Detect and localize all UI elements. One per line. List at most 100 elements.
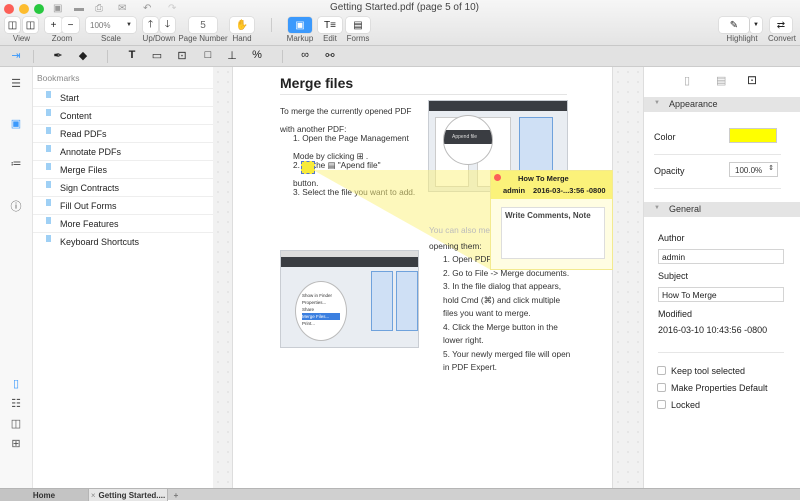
highlight-button[interactable]: ✎	[719, 17, 749, 33]
paragraph: To merge the currently opened PDF	[280, 106, 412, 116]
page-number-input[interactable]: 5	[189, 17, 217, 33]
divider	[107, 50, 108, 63]
screenshot-thumb	[371, 271, 393, 331]
page-up-button[interactable]: 🡑	[143, 17, 158, 33]
continuous-scroll-icon[interactable]: ☷	[9, 397, 23, 410]
link-icon[interactable]: ⚯	[322, 49, 338, 62]
annotation-properties-icon[interactable]: ⊡	[747, 73, 757, 87]
tab-getting-started[interactable]: × Getting Started....	[88, 489, 168, 501]
color-swatch[interactable]	[729, 128, 777, 143]
step: 5. Your newly merged file will open	[443, 349, 571, 359]
signature-icon[interactable]: ∞	[297, 49, 313, 61]
save-icon[interactable]: ▣	[53, 3, 62, 14]
edit-button[interactable]: T≡	[318, 17, 342, 33]
forms-button[interactable]: ▤	[346, 17, 370, 33]
hand-tool-button[interactable]: ✋	[230, 17, 254, 33]
convert-button[interactable]: ⇄	[770, 17, 792, 33]
note-annotation-icon[interactable]	[301, 161, 315, 174]
markup-toolbar: ⇥ ✒ ◆ T ▭ ⊡ □ ⊥ % ∞ ⚯	[0, 46, 800, 67]
stamp-icon[interactable]: ⊥	[224, 49, 240, 62]
single-page-icon[interactable]: ▯	[9, 377, 23, 390]
bookmark-item[interactable]: More Features	[33, 214, 213, 232]
subject-input[interactable]: How To Merge	[658, 287, 784, 302]
new-tab-button[interactable]: +	[170, 489, 182, 501]
keep-tool-selected-checkbox[interactable]	[657, 366, 666, 375]
bookmark-item[interactable]: Start	[33, 88, 213, 106]
undo-icon[interactable]: ↶	[143, 3, 151, 14]
zoom-in-button[interactable]: +	[45, 17, 62, 33]
tab-bar: Home × Getting Started.... +	[0, 488, 800, 501]
screenshot-toolbar	[429, 101, 567, 111]
menu-item: Properties...	[302, 300, 327, 305]
note-close-button[interactable]	[494, 174, 501, 181]
outline-icon[interactable]: ≔	[9, 157, 23, 170]
disclosure-triangle-icon: ▼	[654, 205, 660, 211]
comment-icon[interactable]: ▭	[149, 49, 165, 62]
author-input[interactable]: admin	[658, 249, 784, 264]
screenshot-toolbar	[281, 257, 418, 267]
pdf-page[interactable]: Merge files To merge the currently opene…	[232, 67, 613, 488]
bookmark-icon[interactable]: ▣	[9, 117, 23, 130]
zoom-window-button[interactable]	[34, 4, 44, 14]
document-icon[interactable]: ▤	[716, 74, 726, 87]
bookmark-item[interactable]: Fill Out Forms	[33, 196, 213, 214]
markup-icon: ▣	[295, 19, 305, 31]
markup-label: Markup	[286, 34, 314, 43]
view-single-button[interactable]: ◫	[5, 17, 20, 33]
bookmark-flag-icon	[46, 181, 51, 188]
page-properties-icon[interactable]: ▯	[684, 74, 690, 87]
mail-icon[interactable]: ✉	[118, 3, 126, 14]
divider	[271, 18, 272, 32]
opacity-label: Opacity	[654, 166, 685, 176]
bookmark-flag-icon	[46, 199, 51, 206]
note-comment-input[interactable]: Write Comments, Note	[501, 207, 605, 259]
highlighter-icon: ✎	[729, 19, 739, 31]
pen-icon[interactable]: ✒	[50, 49, 66, 62]
print-icon[interactable]: ⎙	[95, 3, 103, 14]
make-properties-default-label: Make Properties Default	[671, 383, 768, 393]
page-down-button[interactable]: 🡓	[160, 17, 175, 33]
bookmark-item[interactable]: Content	[33, 106, 213, 124]
appearance-section-header[interactable]: ▼ Appearance	[644, 97, 800, 112]
scale-select[interactable]: 100% ▼	[86, 17, 136, 33]
note-popup[interactable]: How To Merge admin 2016-03-...3:56 -0800…	[490, 170, 613, 270]
note-header: How To Merge admin 2016-03-...3:56 -0800	[491, 171, 612, 199]
general-section-header[interactable]: ▼ General	[644, 202, 800, 217]
text-box-icon[interactable]: ⊡	[174, 49, 190, 62]
minimize-window-button[interactable]	[19, 4, 29, 14]
select-tool-icon[interactable]: ⇥	[8, 49, 24, 62]
bookmark-label: Content	[60, 111, 92, 121]
two-pages-icon[interactable]: ◫	[9, 417, 23, 430]
tab-home[interactable]: Home	[0, 489, 88, 501]
tab-close-icon[interactable]: ×	[91, 491, 96, 500]
forms-label: Forms	[346, 34, 370, 43]
chevron-down-icon: ▼	[753, 22, 759, 28]
markup-button[interactable]: ▣	[288, 17, 312, 33]
thumbnails-icon[interactable]: ☰	[9, 77, 23, 90]
hand-icon: ✋	[235, 19, 249, 31]
grid-pages-icon[interactable]: ⊞	[9, 437, 23, 450]
measure-icon[interactable]: %	[249, 49, 265, 61]
shape-icon[interactable]: □	[200, 49, 216, 61]
highlight-dropdown[interactable]: ▼	[750, 17, 762, 33]
locked-checkbox[interactable]	[657, 400, 666, 409]
eraser-icon[interactable]: ◆	[75, 49, 91, 62]
text-tool-icon[interactable]: T	[124, 49, 140, 61]
bookmark-item[interactable]: Merge Files	[33, 160, 213, 178]
note-title: How To Merge	[518, 174, 569, 183]
close-window-button[interactable]	[4, 4, 14, 14]
bookmark-item[interactable]: Keyboard Shortcuts	[33, 232, 213, 250]
view-double-button[interactable]: ◫	[23, 17, 38, 33]
folder-icon[interactable]: ▬	[74, 3, 84, 14]
info-icon[interactable]: ⓘ	[9, 198, 23, 214]
bookmark-item[interactable]: Sign Contracts	[33, 178, 213, 196]
bookmarks-title: Bookmarks	[37, 73, 80, 83]
make-properties-default-checkbox[interactable]	[657, 383, 666, 392]
bookmark-item[interactable]: Read PDFs	[33, 124, 213, 142]
stepper-arrows-icon[interactable]: ⇕	[768, 164, 774, 172]
bookmark-item[interactable]: Annotate PDFs	[33, 142, 213, 160]
zoom-out-button[interactable]: −	[62, 17, 79, 33]
redo-icon[interactable]: ↷	[168, 3, 176, 14]
opacity-stepper[interactable]: 100.0% ⇕	[729, 162, 778, 177]
bookmark-label: Annotate PDFs	[60, 147, 122, 157]
